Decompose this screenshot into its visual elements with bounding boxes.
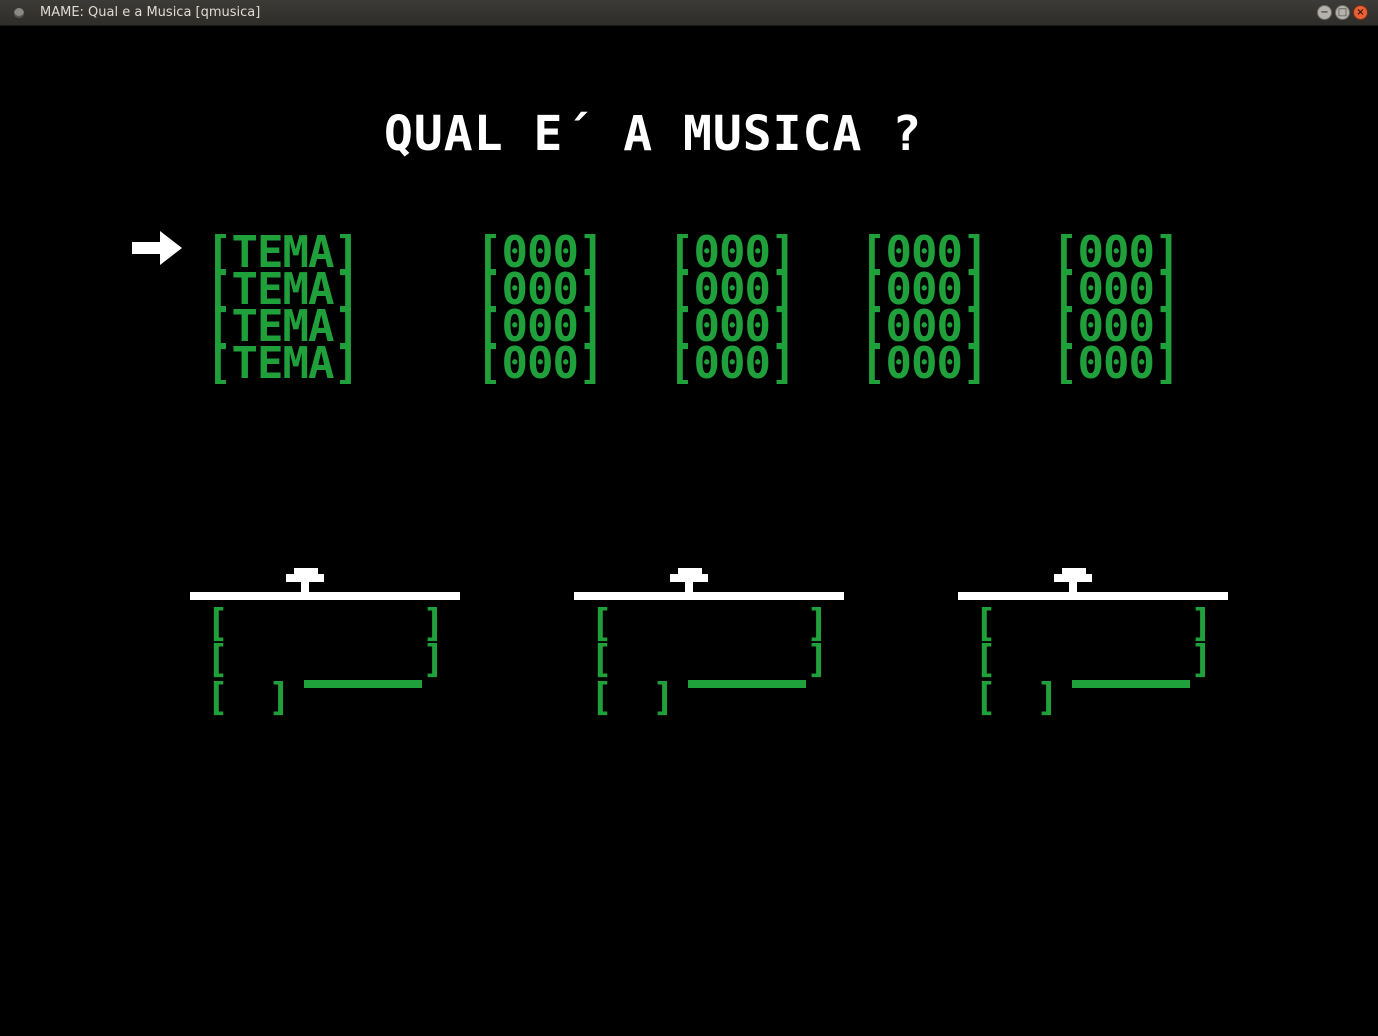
- bracket-left: [: [974, 675, 997, 719]
- right-arrow-icon: [132, 231, 182, 265]
- bracket-right: ]: [1036, 675, 1059, 719]
- bracket-left: [: [974, 637, 997, 681]
- score-cell: [000]: [668, 338, 796, 389]
- bracket-right: ]: [268, 675, 291, 719]
- answer-line: [304, 680, 422, 688]
- bracket-right: ]: [1190, 637, 1213, 681]
- score-cell: [000]: [860, 338, 988, 389]
- contestant-podium: [ ] [ ] [ ]: [190, 568, 460, 718]
- mame-window: MAME: Qual e a Musica [qmusica] − □ × QU…: [0, 0, 1378, 1036]
- podium-desk: [958, 592, 1228, 600]
- answer-line: [688, 680, 806, 688]
- game-title: QUAL E´ A MUSICA ?: [384, 106, 923, 162]
- bracket-right: ]: [806, 637, 829, 681]
- bracket-left: [: [206, 637, 229, 681]
- contestant-podium: [ ] [ ] [ ]: [958, 568, 1228, 718]
- theme-label: [TEMA]: [206, 338, 360, 389]
- bracket-left: [: [206, 675, 229, 719]
- score-cell: [000]: [1052, 338, 1180, 389]
- bracket-right: ]: [422, 637, 445, 681]
- podium-desk: [190, 592, 460, 600]
- game-screen[interactable]: QUAL E´ A MUSICA ? [TEMA] [000] [000] [0…: [0, 26, 1378, 1036]
- title-bar[interactable]: MAME: Qual e a Musica [qmusica] − □ ×: [0, 0, 1378, 26]
- bracket-left: [: [590, 675, 613, 719]
- bell-body: [1054, 574, 1092, 582]
- app-icon: [14, 8, 24, 18]
- bell-body: [286, 574, 324, 582]
- window-title: MAME: Qual e a Musica [qmusica]: [40, 5, 261, 20]
- bracket-left: [: [590, 637, 613, 681]
- contestant-podium: [ ] [ ] [ ]: [574, 568, 844, 718]
- bracket-right: ]: [652, 675, 675, 719]
- close-button[interactable]: ×: [1353, 5, 1368, 20]
- minimize-button[interactable]: −: [1317, 5, 1332, 20]
- bell-body: [670, 574, 708, 582]
- score-cell: [000]: [476, 338, 604, 389]
- maximize-button[interactable]: □: [1335, 5, 1350, 20]
- answer-line: [1072, 680, 1190, 688]
- podium-desk: [574, 592, 844, 600]
